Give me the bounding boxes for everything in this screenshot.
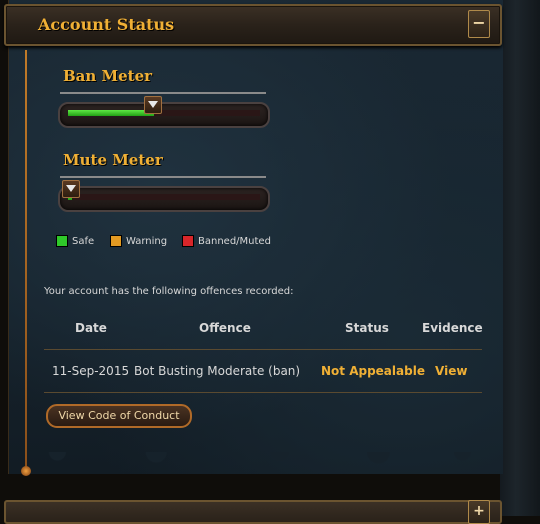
column-header-evidence: Evidence [422, 321, 483, 335]
decorative-vertical-line [25, 50, 27, 470]
legend-banned-label: Banned/Muted [198, 235, 271, 247]
legend-banned: Banned/Muted [182, 235, 271, 247]
column-header-date: Date [75, 321, 107, 335]
view-code-of-conduct-button[interactable]: View Code of Conduct [46, 404, 192, 428]
ban-meter-fill [68, 110, 154, 116]
decorative-line-end [21, 466, 31, 476]
legend-safe: Safe [56, 235, 94, 247]
swatch-safe [56, 235, 68, 247]
offence-name: Bot Busting Moderate (ban) [134, 364, 301, 378]
ban-meter-marker-icon [144, 96, 162, 114]
legend-warning-label: Warning [126, 235, 168, 247]
ban-meter-label: Ban Meter [63, 67, 153, 85]
mute-meter-marker-icon [62, 180, 80, 198]
swatch-banned [182, 235, 194, 247]
column-header-offence: Offence [199, 321, 251, 335]
swatch-warning [110, 235, 122, 247]
legend-safe-label: Safe [72, 235, 95, 247]
view-evidence-link[interactable]: View [435, 364, 467, 378]
expand-button[interactable]: + [468, 500, 490, 524]
legend-warning: Warning [110, 235, 167, 247]
offence-status: Not Appealable [321, 364, 425, 378]
mute-meter-track [58, 186, 270, 212]
collapse-button[interactable]: − [468, 10, 490, 38]
background-right [500, 0, 540, 516]
second-panel-header: + [4, 500, 502, 524]
table-row-divider [44, 392, 482, 393]
mute-meter-label: Mute Meter [63, 151, 163, 169]
panel-rough-edge [8, 452, 502, 482]
mute-meter-empty [68, 194, 260, 200]
offences-intro: Your account has the following offences … [44, 286, 294, 297]
mute-meter-topline [60, 176, 266, 178]
panel-header: Account Status − [4, 4, 502, 46]
ban-meter-track [58, 102, 270, 128]
ban-meter-topline [60, 92, 266, 94]
offence-date: 11-Sep-2015 [52, 364, 130, 378]
panel-title: Account Status [38, 15, 175, 34]
column-header-status: Status [345, 321, 389, 335]
table-header-divider [44, 349, 482, 350]
